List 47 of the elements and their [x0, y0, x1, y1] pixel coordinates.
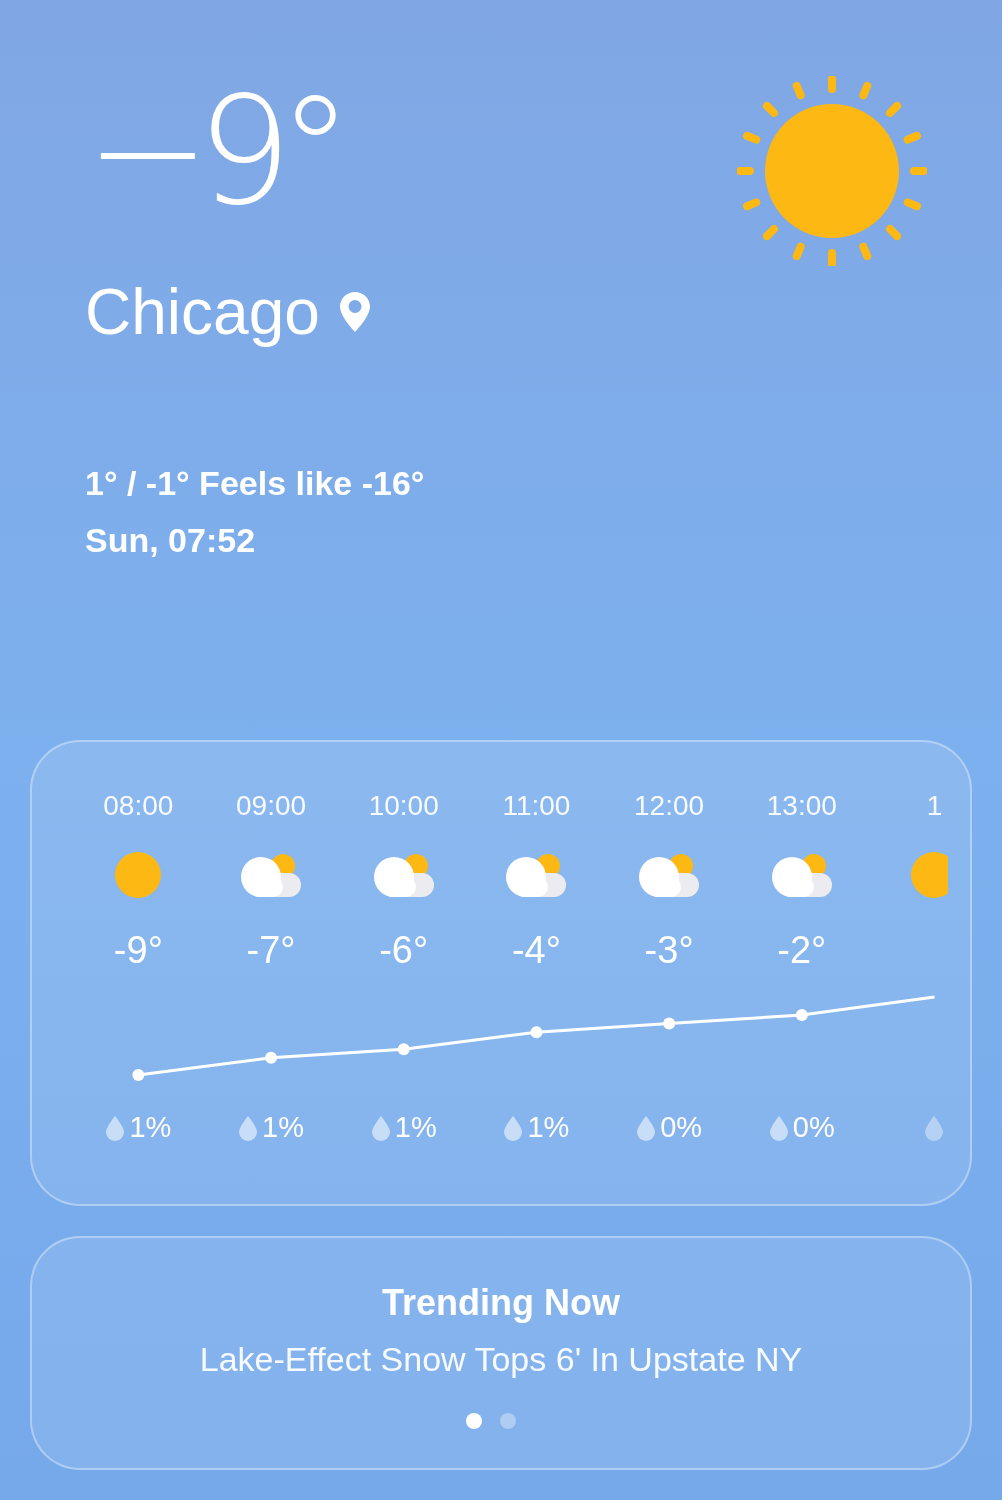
sun-behind-cloud-icon: [771, 853, 832, 897]
hour-time: 09:00: [236, 792, 307, 820]
date-time: Sun, 07:52: [85, 521, 256, 560]
sun-icon: [737, 76, 927, 266]
trending-title: Trending Now: [382, 1282, 620, 1324]
temperature-point: [397, 1043, 410, 1056]
sun-behind-cloud-icon: [373, 853, 434, 897]
raindrop-icon: [503, 1114, 524, 1141]
raindrop-icon: [768, 1114, 789, 1141]
trending-news-card[interactable]: Trending Now Lake-Effect Snow Tops 6' In Upstate NY: [30, 1236, 972, 1470]
hour-temperature: -2°: [777, 931, 827, 969]
hour-temperature: -7°: [246, 931, 296, 969]
hour-temperature: -9°: [113, 931, 163, 969]
raindrop-icon: [636, 1114, 657, 1141]
hour-temperature: -6°: [379, 931, 429, 969]
temperature-point: [663, 1017, 676, 1030]
precipitation-chance: 1%: [527, 1113, 570, 1142]
temperature-point: [132, 1069, 145, 1081]
raindrop-icon: [924, 1114, 945, 1141]
precipitation-chance: 0%: [660, 1113, 703, 1142]
temperature-point: [795, 1009, 808, 1021]
hour-temperature: -4°: [511, 931, 561, 969]
hour-time: 10:00: [368, 792, 439, 820]
sun-behind-cloud-icon: [506, 853, 567, 897]
hour-time: 1: [926, 792, 943, 820]
precipitation-chance: 1%: [262, 1113, 304, 1142]
high-low-feels-like: 1° / -1° Feels like -16°: [85, 464, 425, 503]
hour-time: 08:00: [103, 792, 174, 820]
precipitation-chance: 1%: [394, 1113, 437, 1142]
hour-time: 12:00: [634, 792, 705, 820]
sun-behind-cloud-icon: [241, 853, 302, 897]
hour-time: 11:00: [502, 792, 571, 820]
raindrop-icon: [105, 1114, 126, 1141]
raindrop-icon: [370, 1114, 391, 1141]
sun-behind-cloud-icon: [639, 853, 700, 897]
sun-icon: [910, 851, 948, 899]
news-headline[interactable]: Lake-Effect Snow Tops 6' In Upstate NY: [199, 1340, 803, 1379]
temperature-point: [265, 1051, 278, 1064]
temperature-point: [530, 1026, 543, 1039]
hour-temperature: -3°: [644, 931, 694, 969]
location-pin-icon: [337, 290, 372, 334]
precipitation-chance: 1%: [129, 1113, 172, 1142]
current-temperature: −9°: [85, 76, 340, 226]
precipitation-chance: 0%: [792, 1113, 835, 1142]
raindrop-icon: [238, 1114, 259, 1141]
sun-icon: [114, 851, 163, 899]
hour-time: 13:00: [766, 792, 837, 820]
